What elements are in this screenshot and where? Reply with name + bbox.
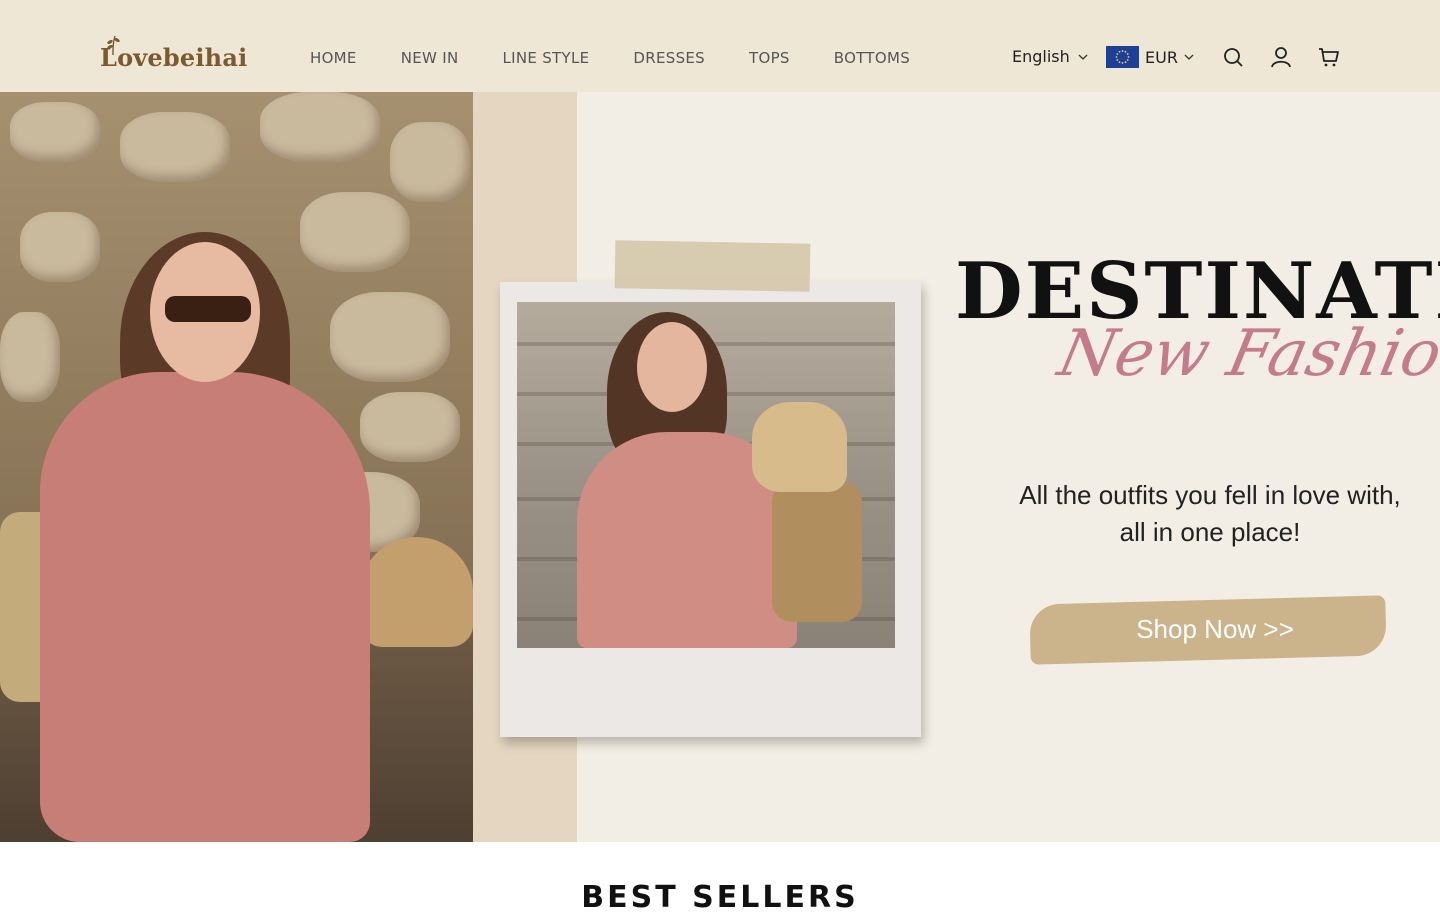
language-selector[interactable]: English	[1012, 47, 1088, 66]
stone	[390, 122, 470, 202]
stone	[300, 192, 410, 272]
chevron-down-icon	[1184, 54, 1194, 60]
nav-dresses[interactable]: DRESSES	[633, 47, 705, 69]
straw-hat	[360, 537, 473, 647]
main-nav: HOME NEW IN LINE STYLE DRESSES TOPS BOTT…	[310, 47, 954, 69]
shop-now-label: Shop Now >>	[1136, 614, 1294, 644]
polaroid-frame	[500, 282, 921, 737]
chevron-down-icon	[1078, 54, 1088, 60]
stone	[330, 292, 450, 382]
stone	[260, 92, 380, 162]
nav-tops[interactable]: TOPS	[749, 47, 790, 69]
hero-script-text: New Fashion	[1052, 317, 1440, 391]
hero-subtitle-line-1: All the outfits you fell in love with,	[1019, 480, 1401, 510]
best-sellers-heading: BEST SELLERS	[581, 880, 859, 915]
shop-now-button[interactable]: Shop Now >>	[1029, 594, 1387, 666]
polaroid-photo	[517, 302, 895, 648]
user-icon[interactable]	[1270, 46, 1292, 68]
hero-banner[interactable]: DESTINATIO New Fashion All the outfits y…	[0, 92, 1440, 842]
stone	[20, 212, 100, 282]
nav-bottoms[interactable]: BOTTOMS	[834, 47, 910, 69]
model-face	[637, 322, 707, 412]
nav-home[interactable]: HOME	[310, 47, 357, 69]
woman-dress	[40, 372, 370, 842]
nav-new-in[interactable]: NEW IN	[401, 47, 459, 69]
currency-selector[interactable]: EUR	[1106, 46, 1194, 68]
eu-flag-icon	[1106, 46, 1139, 68]
sprig-icon	[107, 35, 120, 56]
model-hat	[752, 402, 847, 492]
hero-subtitle: All the outfits you fell in love with, a…	[990, 477, 1430, 551]
site-header: Lovebeihai HOME NEW IN LINE STYLE DRESSE…	[0, 0, 1440, 92]
stone	[360, 392, 460, 462]
hero-subtitle-line-2: all in one place!	[1119, 517, 1301, 547]
search-icon[interactable]	[1222, 46, 1244, 68]
hero-photo-left	[0, 92, 473, 842]
model-basket	[772, 482, 862, 622]
logo[interactable]: Lovebeihai	[100, 35, 247, 74]
tape-strip	[614, 240, 811, 292]
sunglasses	[165, 296, 251, 322]
currency-label: EUR	[1145, 47, 1178, 67]
cart-icon[interactable]	[1318, 46, 1340, 68]
language-label: English	[1012, 47, 1070, 66]
stone	[0, 312, 60, 402]
stone	[120, 112, 230, 182]
stone	[10, 102, 100, 162]
nav-line-style[interactable]: LINE STYLE	[502, 47, 589, 69]
